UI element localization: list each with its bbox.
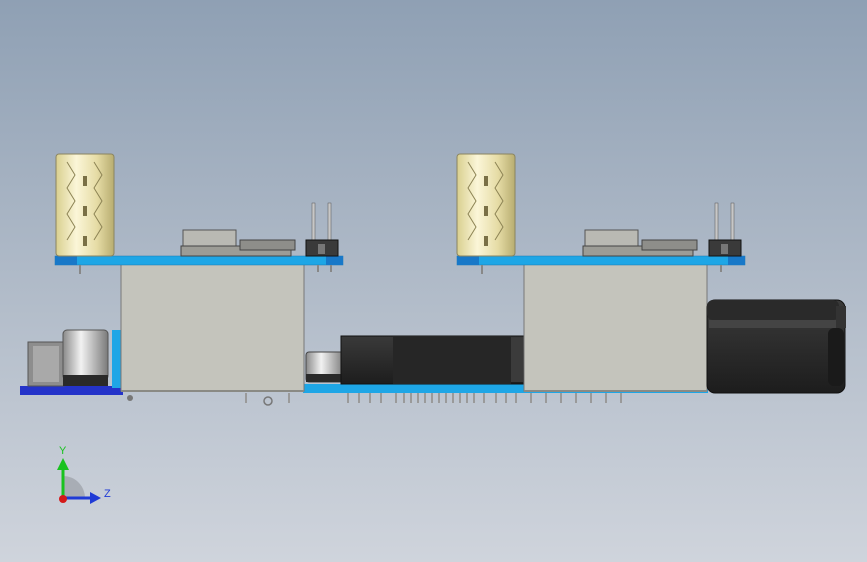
z-axis-label: Z	[104, 488, 111, 500]
bulk-capacitor-left	[55, 153, 115, 274]
inductor-left	[180, 229, 296, 257]
main-board-left-segment	[20, 386, 123, 395]
header-pins-bottom	[127, 393, 622, 406]
upper-board-right[interactable]	[456, 255, 746, 266]
cad-viewport[interactable]: Y Z	[0, 0, 867, 562]
z-axis-arrowhead	[90, 492, 101, 504]
triad-quarter-disc	[63, 476, 85, 498]
electrolytic-capacitor-mid-a	[305, 351, 345, 383]
x-axis-origin-dot	[59, 495, 67, 503]
power-jack	[27, 341, 65, 387]
module-body-right[interactable]	[523, 261, 708, 392]
y-axis-label: Y	[59, 445, 67, 457]
y-axis-arrowhead	[57, 458, 69, 470]
main-board-mid-segment	[303, 384, 525, 393]
connector-housing-right	[706, 299, 846, 394]
inductor-right	[582, 229, 698, 257]
module-body-left[interactable]	[120, 261, 305, 392]
bulk-capacitor-right	[456, 153, 516, 274]
connector-block-mid	[340, 335, 526, 385]
electrolytic-capacitor-small-left	[62, 329, 109, 386]
axis-triad[interactable]: Y Z	[57, 445, 111, 504]
upper-board-left[interactable]	[54, 255, 344, 266]
